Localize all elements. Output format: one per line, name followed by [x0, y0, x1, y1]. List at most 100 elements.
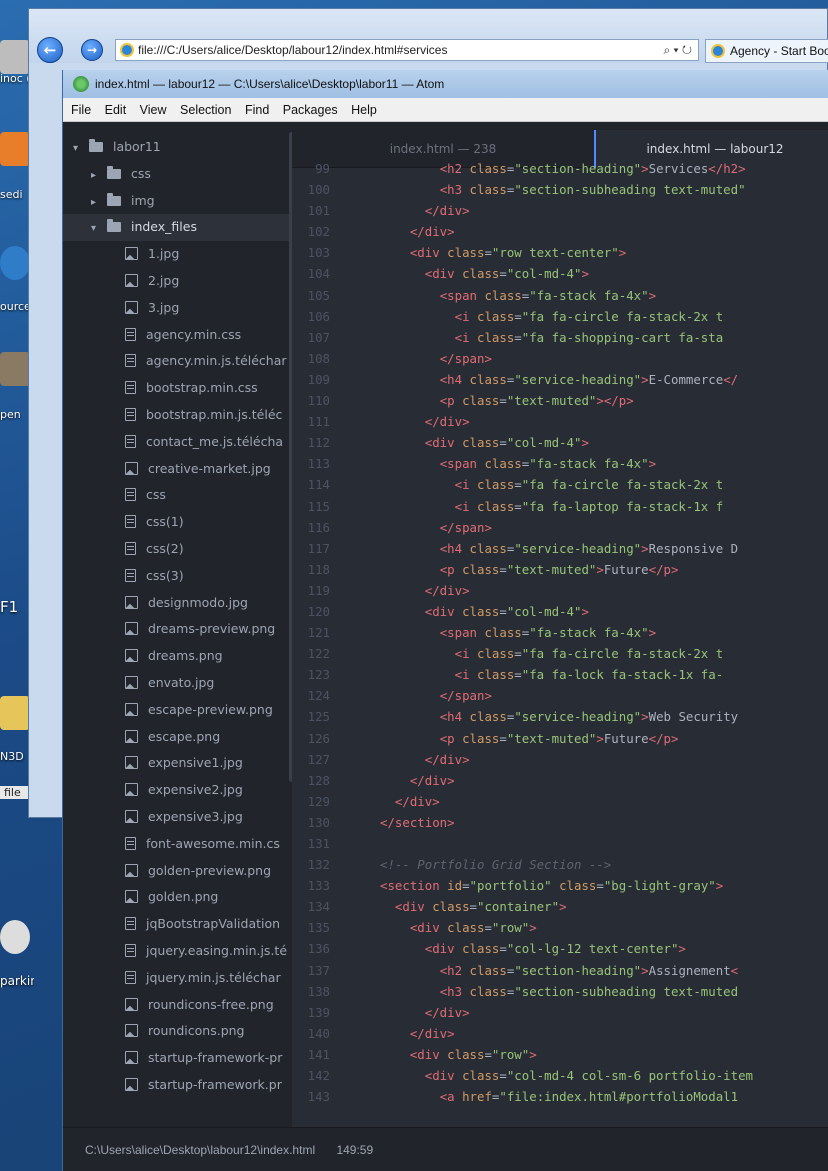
tree-file[interactable]: font-awesome.min.cs — [63, 831, 292, 858]
desktop-icon-6[interactable] — [0, 920, 34, 956]
code-token: class — [462, 371, 507, 387]
tree-file-label: expensive1.jpg — [148, 755, 243, 771]
cursor-position[interactable]: 149:59 — [336, 1143, 373, 1157]
line-number: 101 — [307, 203, 330, 219]
code-token: class — [462, 161, 507, 176]
tree-file[interactable]: dreams.png — [63, 643, 292, 670]
code-token: <h2 — [439, 962, 463, 978]
tree-file[interactable]: 1.jpg — [63, 241, 292, 268]
tree-file[interactable]: dreams-preview.png — [63, 616, 292, 643]
tree-file[interactable]: startup-framework.pr — [63, 1072, 292, 1099]
window-title: index.html — labour12 — C:\Users\alice\D… — [95, 77, 445, 91]
tree-file[interactable]: 3.jpg — [63, 295, 292, 322]
back-arrow-icon[interactable]: ← — [37, 37, 63, 63]
code-line: 121 <span class="fa-stack fa-4x"> — [292, 622, 828, 643]
code-token: E-Commerce — [648, 371, 724, 387]
tree-file[interactable]: golden-preview.png — [63, 858, 292, 885]
menu-help[interactable]: Help — [351, 103, 377, 117]
tree-file[interactable]: css(2) — [63, 536, 292, 563]
line-number: 129 — [307, 793, 330, 809]
tree-file[interactable]: startup-framework-pr — [63, 1045, 292, 1072]
tree-file[interactable]: escape.png — [63, 724, 292, 751]
image-file-icon — [125, 649, 138, 663]
code-token: > — [641, 709, 649, 725]
tree-file[interactable]: expensive1.jpg — [63, 750, 292, 777]
code-line: 143 <a href="file:index.html#portfolioMo… — [292, 1086, 828, 1107]
code-line: 126 <p class="text-muted">Future</p> — [292, 728, 828, 749]
tree-file[interactable]: envato.jpg — [63, 670, 292, 697]
code-token: <div — [424, 941, 455, 957]
code-line: 112 <div class="col-md-4"> — [292, 432, 828, 453]
menu-file[interactable]: File — [71, 103, 91, 117]
code-token: "fa fa-shopping-cart fa-sta — [521, 329, 724, 345]
tree-file[interactable]: bootstrap.min.js.téléc — [63, 402, 292, 429]
code-token: "section-subheading text-muted — [514, 983, 739, 999]
tree-file[interactable]: escape-preview.png — [63, 697, 292, 724]
tree-file[interactable]: agency.min.js.téléchar — [63, 348, 292, 375]
code-token: = — [462, 878, 470, 894]
tree-file[interactable]: jquery.easing.min.js.té — [63, 938, 292, 965]
tree-file[interactable]: expensive3.jpg — [63, 804, 292, 831]
tree-root[interactable]: ▾ labor11 — [63, 134, 292, 161]
address-bar[interactable]: file:///C:/Users/alice/Desktop/labour12/… — [115, 39, 699, 61]
tree-file[interactable]: css(3) — [63, 563, 292, 590]
code-line: 103 <div class="row text-center"> — [292, 242, 828, 263]
menu-edit[interactable]: Edit — [105, 103, 127, 117]
browser-tab[interactable]: Agency - Start Bootstr — [705, 39, 828, 63]
tree-file[interactable]: bootstrap.min.css — [63, 375, 292, 402]
image-file-icon — [125, 461, 138, 475]
menu-selection[interactable]: Selection — [180, 103, 231, 117]
code-token: "text-muted" — [506, 561, 597, 577]
code-token: "fa fa-circle fa-stack-2x t — [521, 646, 724, 662]
code-line: 130 </section> — [292, 812, 828, 833]
code-token: </span> — [439, 350, 492, 366]
tree-file[interactable]: agency.min.css — [63, 322, 292, 349]
menu-view[interactable]: View — [140, 103, 167, 117]
line-number: 134 — [307, 899, 330, 915]
tree-file-label: css(1) — [146, 514, 184, 530]
menu-bar: File Edit View Selection Find Packages H… — [63, 98, 828, 122]
code-token: = — [514, 667, 522, 683]
tree-file[interactable]: roundicons.png — [63, 1018, 292, 1045]
tree-folder-css[interactable]: ▸ css — [63, 161, 292, 188]
code-token: </p> — [648, 561, 679, 577]
tree-file[interactable]: golden.png — [63, 884, 292, 911]
code-token: <!-- Portfolio Grid Section --> — [380, 857, 612, 873]
code-token: "row text-center" — [491, 245, 619, 261]
tree-folder-index-files[interactable]: ▾ index_files — [63, 214, 292, 242]
tree-file[interactable]: roundicons-free.png — [63, 992, 292, 1019]
tree-file[interactable]: css(1) — [63, 509, 292, 536]
code-token: class — [462, 182, 507, 198]
tree-file[interactable]: jquery.min.js.téléchar — [63, 965, 292, 992]
atom-window: index.html — labour12 — C:\Users\alice\D… — [62, 70, 828, 1171]
code-token: <div — [424, 603, 455, 619]
status-file-path[interactable]: C:\Users\alice\Desktop\labour12\index.ht… — [85, 1143, 315, 1157]
tree-file[interactable]: creative-market.jpg — [63, 456, 292, 483]
tree-file[interactable]: css — [63, 482, 292, 509]
code-token: > — [596, 730, 604, 746]
tree-file[interactable]: expensive2.jpg — [63, 777, 292, 804]
tree-file[interactable]: 2.jpg — [63, 268, 292, 295]
code-token: = — [499, 730, 507, 746]
menu-packages[interactable]: Packages — [283, 103, 338, 117]
text-file-icon — [125, 488, 136, 502]
tree-file[interactable]: designmodo.jpg — [63, 590, 292, 617]
forward-arrow-icon[interactable]: → — [81, 39, 103, 61]
line-number: 117 — [307, 540, 330, 556]
code-view[interactable]: 99 <h2 class="section-heading">Services<… — [292, 161, 828, 1127]
code-line: 124 </span> — [292, 685, 828, 706]
tree-folder-img[interactable]: ▸ img — [63, 188, 292, 215]
menu-find[interactable]: Find — [245, 103, 269, 117]
code-token: <p — [439, 730, 455, 746]
tree-file[interactable]: jqBootstrapValidation — [63, 911, 292, 938]
search-refresh-icon[interactable]: ⌕ ▾ ↻ — [663, 40, 692, 60]
tree-file[interactable]: contact_me.js.télécha — [63, 429, 292, 456]
tree-file-label: agency.min.css — [146, 326, 242, 342]
code-token: class — [454, 393, 500, 409]
